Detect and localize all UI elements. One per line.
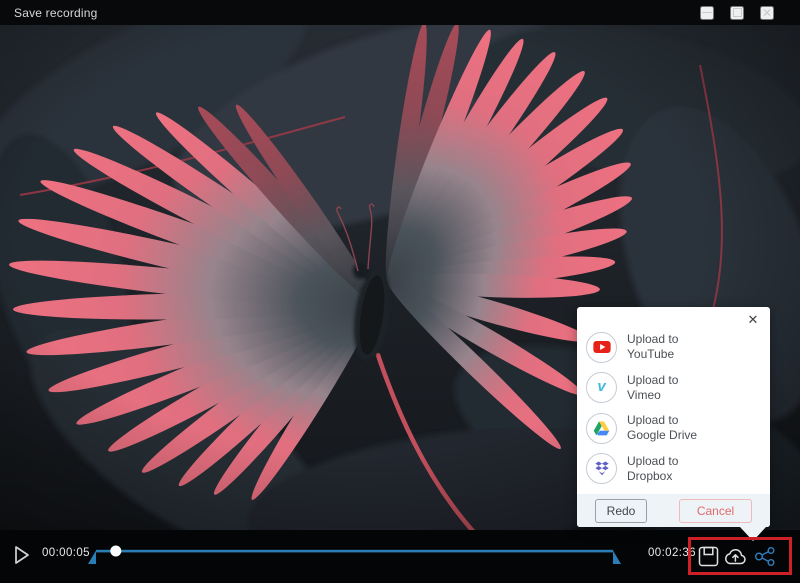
close-button[interactable]: ✕ — [760, 6, 774, 20]
minimize-button[interactable] — [700, 6, 714, 20]
seek-bar-thumb[interactable] — [110, 546, 121, 557]
seek-bar-start-ramp — [88, 551, 96, 565]
dropbox-icon — [586, 453, 617, 484]
close-icon: ✕ — [748, 312, 759, 327]
popup-footer: Redo Cancel — [577, 494, 770, 527]
upload-to-dropbox-item[interactable]: Upload to Dropbox — [577, 449, 770, 490]
window-controls: ✕ — [700, 0, 774, 25]
seek-bar-end-ramp — [613, 551, 621, 565]
upload-item-prefix: Upload to — [627, 373, 678, 388]
share-icon — [753, 546, 778, 567]
minimize-icon — [702, 12, 712, 13]
upload-options-list: Upload to YouTube v Upload to Vimeo — [577, 327, 770, 489]
save-button[interactable] — [694, 543, 722, 569]
play-icon — [12, 544, 32, 566]
upload-item-prefix: Upload to — [627, 332, 678, 347]
popup-close-button[interactable]: ✕ — [745, 312, 761, 328]
seek-bar-track — [96, 550, 613, 553]
playback-bar: 00:00:05 00:02:36 — [0, 530, 800, 583]
upload-to-youtube-item[interactable]: Upload to YouTube — [577, 327, 770, 368]
upload-popup: ✕ Upload to YouTube v — [577, 307, 770, 527]
seek-bar[interactable] — [85, 530, 630, 583]
upload-cloud-icon — [722, 545, 749, 568]
save-recording-window: Save recording ✕ — [0, 0, 800, 583]
close-icon: ✕ — [762, 7, 772, 19]
save-icon — [698, 546, 719, 567]
vimeo-icon: v — [586, 372, 617, 403]
total-duration: 00:02:36 — [648, 547, 696, 559]
upload-button[interactable] — [721, 543, 749, 569]
window-title: Save recording — [14, 6, 98, 20]
play-button[interactable] — [12, 544, 32, 566]
upload-item-service: Dropbox — [627, 469, 678, 484]
maximize-button[interactable] — [730, 6, 744, 20]
share-button[interactable] — [751, 543, 779, 569]
upload-item-prefix: Upload to — [627, 454, 678, 469]
upload-item-service: YouTube — [627, 347, 678, 362]
upload-to-google-drive-item[interactable]: Upload to Google Drive — [577, 408, 770, 449]
elapsed-time: 00:00:05 — [42, 547, 90, 559]
youtube-icon — [586, 332, 617, 363]
maximize-icon — [733, 8, 742, 17]
upload-to-vimeo-item[interactable]: v Upload to Vimeo — [577, 368, 770, 409]
upload-item-prefix: Upload to — [627, 413, 697, 428]
google-drive-icon — [586, 413, 617, 444]
titlebar: Save recording ✕ — [0, 0, 800, 25]
popup-pointer-tail — [740, 527, 766, 541]
upload-item-service: Google Drive — [627, 428, 697, 443]
redo-button[interactable]: Redo — [595, 499, 647, 523]
upload-item-service: Vimeo — [627, 388, 678, 403]
cancel-button[interactable]: Cancel — [679, 499, 752, 523]
